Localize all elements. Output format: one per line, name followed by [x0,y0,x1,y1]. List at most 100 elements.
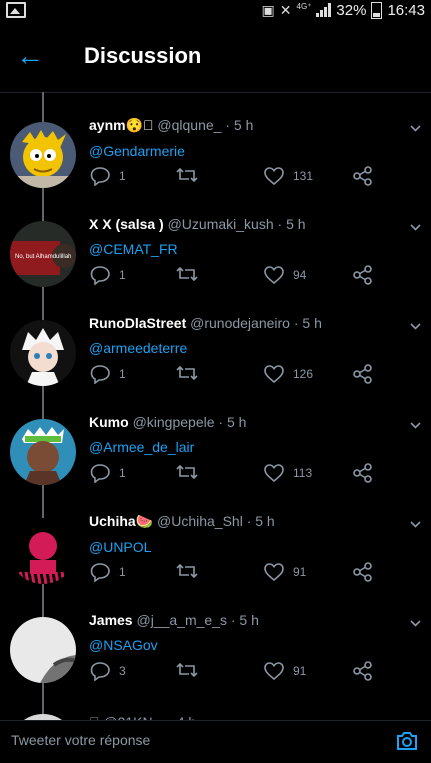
share-icon [353,364,372,384]
chevron-down-icon[interactable] [410,618,421,629]
retweet-button[interactable] [176,364,198,382]
share-button[interactable] [352,166,373,186]
avatar[interactable] [10,518,76,584]
reply-count: 3 [119,664,126,678]
like-button[interactable]: 91 [263,562,306,582]
retweet-button[interactable] [176,265,198,283]
display-name[interactable]: Uchiha🍉 [89,513,153,529]
heart-icon [264,167,284,186]
reply-mention-link[interactable]: @Gendarmerie [89,143,409,159]
reply-button[interactable]: 1 [90,562,126,582]
battery-percent: 32% [336,1,367,19]
like-button[interactable]: 113 [263,463,312,483]
like-count: 94 [293,268,307,282]
reply-button[interactable]: 1 [90,166,126,186]
reply-icon [90,365,110,384]
tweet-actions: 1 94 [90,265,390,289]
tweet[interactable]: Kumo @kingpepele · 5 h @Armee_de_lair 1 … [0,414,431,518]
display-name[interactable]: aynm😯  [89,117,154,133]
reply-composer[interactable]: Tweeter votre réponse [0,720,431,763]
tweet-meta: X X (salsa ) @Uzumaki_kush · 5 h [89,216,409,232]
retweet-icon [176,167,198,183]
share-icon [353,265,372,285]
handle: @qlqune_ [157,117,222,133]
display-name[interactable]: James [89,612,133,628]
reply-button[interactable]: 1 [90,463,126,483]
avatar[interactable]: No, but Alhamdulillah [10,221,76,287]
like-button[interactable]: 126 [263,364,313,384]
timestamp: · 5 h [293,315,322,331]
chevron-down-icon[interactable] [410,123,421,134]
heart-icon [264,464,284,483]
reply-mention-link[interactable]: @UNPOL [89,539,409,555]
heart-icon [264,662,284,681]
reply-icon [90,266,110,285]
chevron-down-icon[interactable] [410,222,421,233]
avatar-caption: No, but Alhamdulillah [15,254,71,260]
tweet-body: Uchiha🍉 @Uchiha_Shl · 5 h @UNPOL [89,513,409,555]
like-button[interactable]: 131 [263,166,313,186]
share-button[interactable] [352,463,373,483]
display-name[interactable]: X X (salsa ) [89,216,164,232]
reply-mention-link[interactable]: @NSAGov [89,637,409,653]
tweet-actions: 1 131 [90,166,390,190]
tweet-meta: Kumo @kingpepele · 5 h [89,414,409,430]
chevron-down-icon[interactable] [410,519,421,530]
share-button[interactable] [352,265,373,285]
avatar[interactable] [10,617,76,683]
tweet[interactable]: No, but Alhamdulillah X X (salsa ) @Uzum… [0,216,431,320]
mute-icon: ✕ [279,1,292,18]
chevron-down-icon[interactable] [410,420,421,431]
share-button[interactable] [352,364,373,384]
reply-mention-link[interactable]: @Armee_de_lair [89,439,409,455]
tweet-body: Kumo @kingpepele · 5 h @Armee_de_lair [89,414,409,455]
tweet[interactable]: RunoDlaStreet @runodejaneiro · 5 h @arme… [0,315,431,419]
status-left [6,2,26,18]
reply-button[interactable]: 3 [90,661,126,681]
lock-icon: ▣ [261,1,275,18]
back-arrow-icon[interactable]: ← [0,42,60,70]
retweet-button[interactable] [176,661,198,679]
share-icon [353,463,372,483]
reply-icon [90,464,110,483]
avatar[interactable] [10,419,76,485]
share-button[interactable] [352,661,373,681]
tweet-body: aynm😯  @qlqune_ · 5 h @Gendarmerie [89,117,409,159]
like-button[interactable]: 91 [263,661,306,681]
share-button[interactable] [352,562,373,582]
retweet-button[interactable] [176,562,198,580]
reply-icon [90,167,110,186]
reply-count: 1 [119,268,126,282]
avatar[interactable] [10,122,76,188]
retweet-icon [176,464,198,480]
gallery-notification-icon [6,2,26,18]
status-right: ▣ ✕ 4G⁺ 32% 16:43 [261,1,425,19]
status-bar: ▣ ✕ 4G⁺ 32% 16:43 [0,0,431,20]
camera-icon[interactable] [394,728,420,754]
retweet-button[interactable] [176,166,198,184]
reply-button[interactable]: 1 [90,265,126,285]
tweet[interactable]: James @j__a_m_e_s · 5 h @NSAGov 3 91 [0,612,431,716]
tweet[interactable]: Uchiha🍉 @Uchiha_Shl · 5 h @UNPOL 1 91 [0,513,431,617]
tweet-actions: 3 91 [90,661,390,685]
reply-mention-link[interactable]: @CEMAT_FR [89,241,409,257]
avatar[interactable] [10,320,76,386]
like-count: 91 [293,664,307,678]
reply-count: 1 [119,466,126,480]
reply-count: 1 [119,169,126,183]
display-name[interactable]: Kumo [89,414,129,430]
tweet[interactable]: aynm😯  @qlqune_ · 5 h @Gendarmerie 1 131 [0,117,431,221]
share-icon [353,166,372,186]
chevron-down-icon[interactable] [410,321,421,332]
timestamp: · 5 h [246,513,275,529]
timestamp: · 5 h [277,216,306,232]
retweet-button[interactable] [176,463,198,481]
reply-mention-link[interactable]: @armeedeterre [89,340,409,356]
reply-input[interactable]: Tweeter votre réponse [11,732,150,748]
like-button[interactable]: 94 [263,265,306,285]
display-name[interactable]: RunoDlaStreet [89,315,186,331]
reply-button[interactable]: 1 [90,364,126,384]
reply-icon [90,662,110,681]
clock: 16:43 [387,1,425,19]
heart-icon [264,365,284,384]
